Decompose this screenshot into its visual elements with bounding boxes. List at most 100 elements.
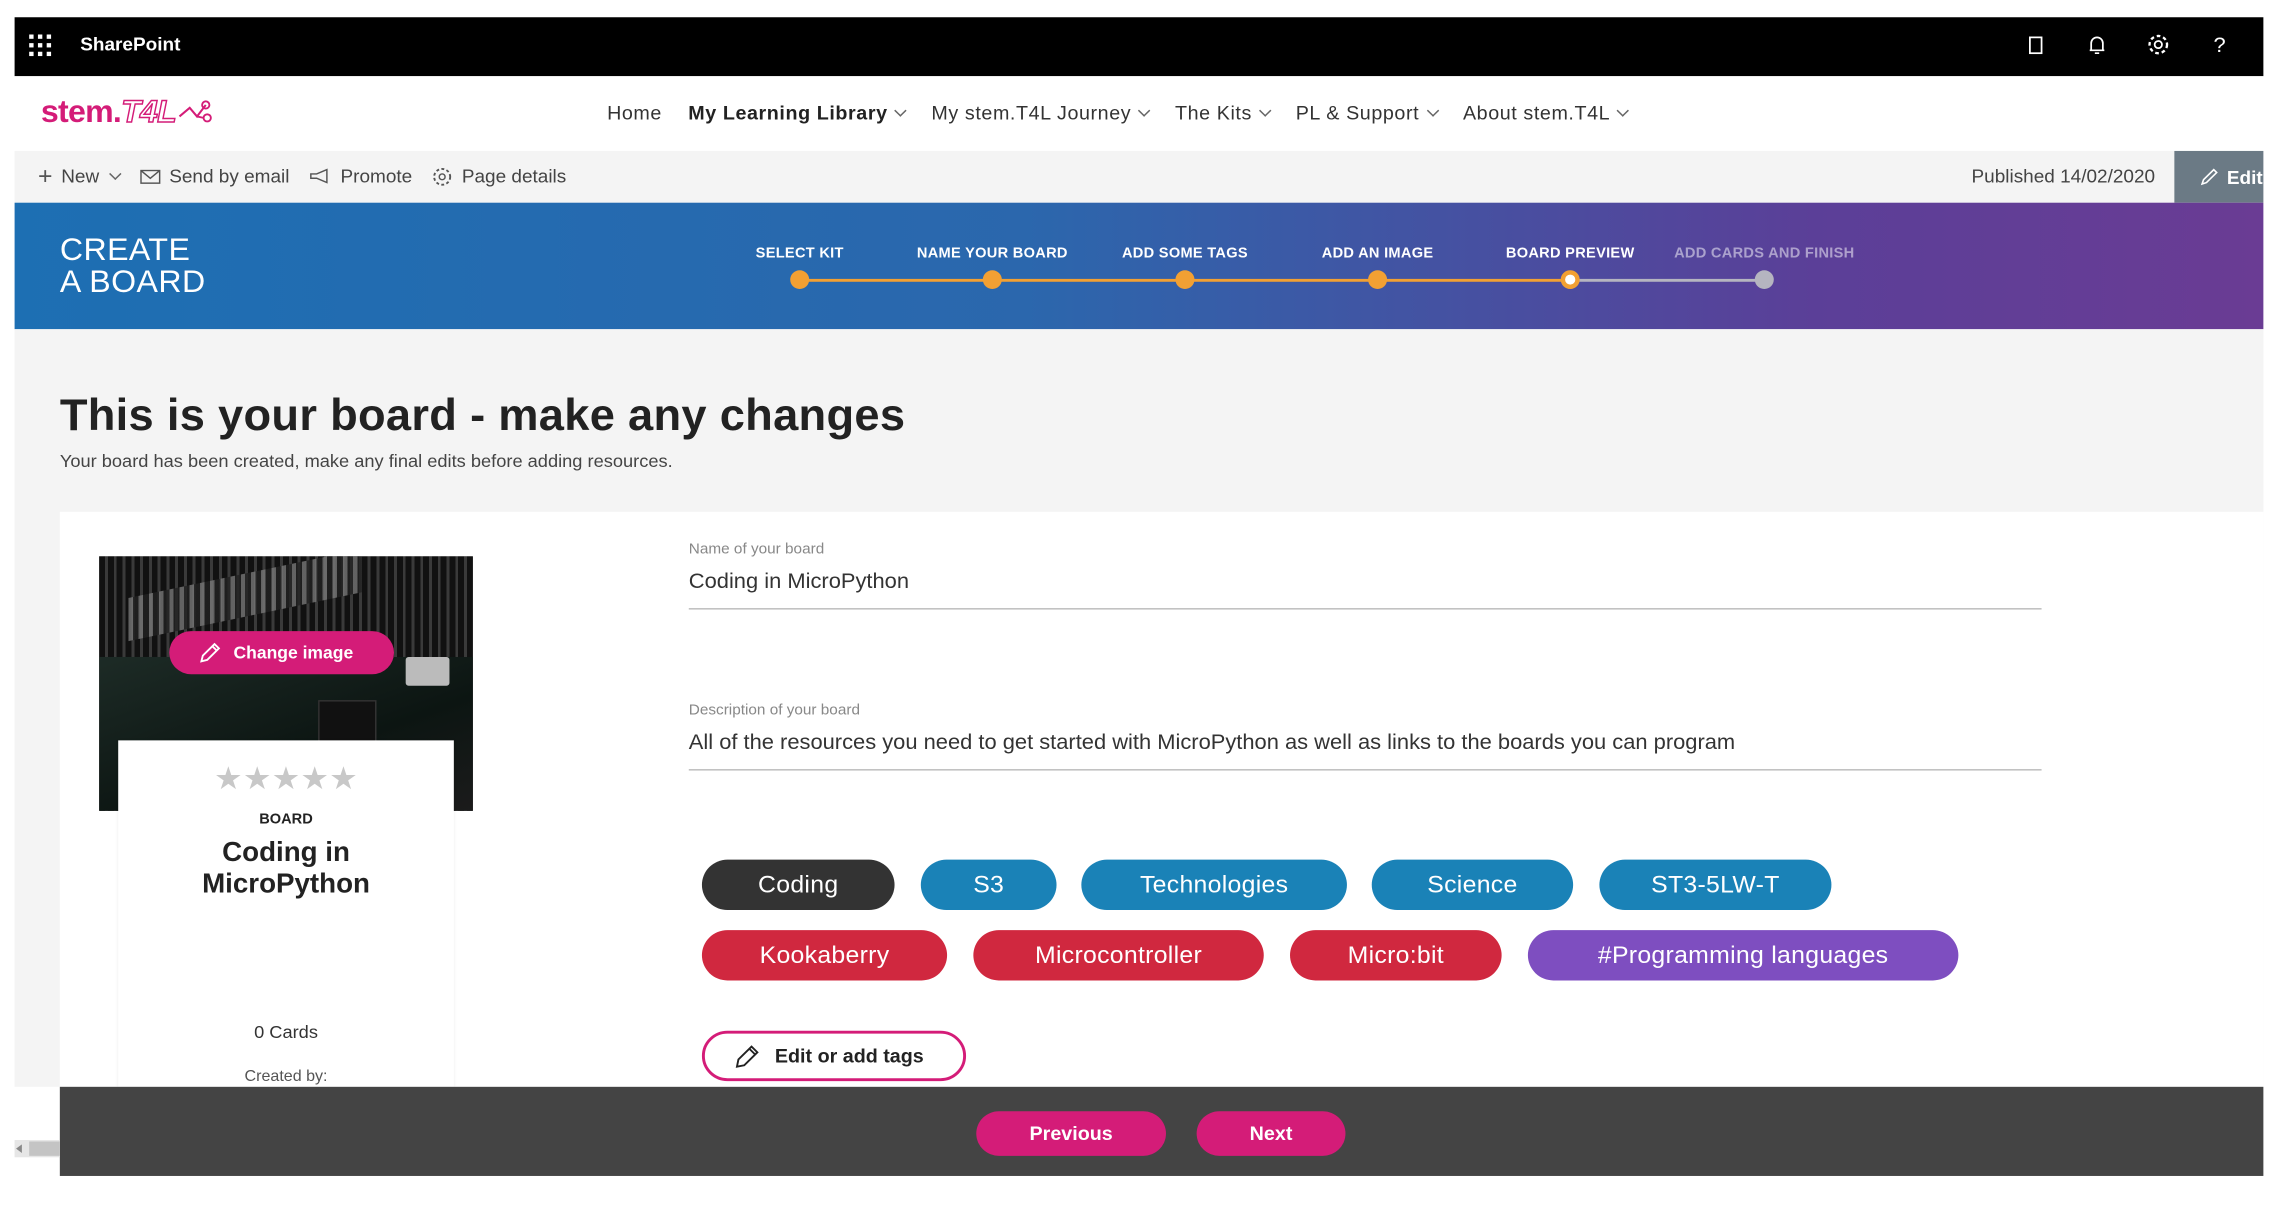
send-by-email-label: Send by email	[169, 165, 290, 187]
main-content: This is your board - make any changes Yo…	[14, 329, 2264, 1087]
suite-bar: SharePoint ?	[14, 17, 2264, 77]
tag-chip[interactable]: ST3-5LW-T	[1599, 859, 1832, 911]
site-logo[interactable]: stem. T4L	[41, 93, 214, 130]
board-name-input[interactable]: Coding in MicroPython	[689, 569, 2042, 608]
step-connector	[992, 278, 1185, 282]
published-date: Published 14/02/2020	[1971, 165, 2156, 187]
plus-icon: +	[37, 161, 53, 190]
nav-item[interactable]: My stem.T4L Journey	[931, 102, 1151, 124]
chevron-down-icon	[1426, 103, 1439, 117]
page-details-label: Page details	[461, 165, 567, 187]
gear-icon	[433, 167, 452, 185]
edit-page-button[interactable]: Edit	[2174, 150, 2264, 203]
tag-chip[interactable]: Technologies	[1081, 859, 1347, 911]
nav-item-label: PL & Support	[1295, 102, 1420, 124]
card-type: BOARD	[259, 812, 313, 829]
tag-chip[interactable]: S3	[920, 859, 1057, 911]
horizontal-scrollbar[interactable]	[14, 1140, 60, 1158]
board-name-label: Name of your board	[688, 540, 825, 558]
page-title: This is your board - make any changes	[59, 389, 906, 440]
change-image-button[interactable]: Change image	[169, 631, 395, 675]
step-label: ADD SOME TAGS	[1121, 245, 1248, 262]
mail-icon	[140, 169, 161, 184]
step-dot[interactable]	[790, 270, 810, 289]
promote-label: Promote	[340, 165, 413, 187]
previous-button[interactable]: Previous	[976, 1111, 1166, 1156]
rating-stars: ★★★★★	[214, 760, 358, 797]
site-nav: Home My Learning Library My stem.T4L Journ…	[607, 102, 1630, 124]
nav-item-label: Home	[607, 102, 662, 124]
chevron-down-icon	[1138, 103, 1151, 117]
bell-icon[interactable]	[2082, 30, 2111, 59]
app-launcher-icon[interactable]	[29, 34, 52, 57]
pencil-icon	[2200, 168, 2218, 186]
new-button[interactable]: + New	[37, 161, 122, 190]
pencil-icon	[735, 1044, 759, 1068]
board-panel: Change image ★★★★★ BOARD Coding in Micro…	[59, 511, 2264, 1087]
next-button[interactable]: Next	[1196, 1111, 1346, 1156]
page-subtitle: Your board has been created, make any fi…	[59, 451, 673, 472]
progress-steps: SELECT KIT NAME YOUR BOARD ADD SOME TAGS AD…	[715, 246, 1882, 304]
board-card: ★★★★★ BOARD Coding in MicroPython 0 Card…	[118, 740, 454, 1087]
scroll-left-arrow-icon[interactable]	[16, 1144, 22, 1153]
tag-chip[interactable]: Science	[1371, 859, 1574, 911]
tag-chip[interactable]: #Programming languages	[1527, 930, 1959, 981]
new-label: New	[61, 165, 100, 187]
chevron-down-icon	[894, 103, 907, 117]
step-connector	[1184, 278, 1378, 282]
create-board-banner: CREATE A BOARD SELECT KIT NAME YOUR BOARD…	[14, 202, 2264, 330]
gear-icon[interactable]	[2144, 30, 2173, 59]
logo-circuit-icon	[178, 100, 212, 123]
help-icon[interactable]: ?	[2205, 30, 2234, 59]
step-label: ADD AN IMAGE	[1321, 245, 1434, 262]
edit-tags-label: Edit or add tags	[774, 1045, 924, 1067]
step-dot[interactable]	[1560, 270, 1580, 289]
nav-item[interactable]: PL & Support	[1295, 102, 1439, 124]
chevron-down-icon	[109, 167, 122, 180]
step-dot[interactable]	[1175, 270, 1195, 289]
step-connector	[1570, 278, 1765, 282]
megaphone-icon	[310, 168, 329, 184]
tag-chip[interactable]: Coding	[701, 859, 895, 911]
tablet-icon[interactable]	[2021, 30, 2050, 59]
promote-button[interactable]: Promote	[310, 165, 412, 187]
chevron-down-icon	[1617, 103, 1630, 117]
nav-item[interactable]: The Kits	[1174, 102, 1272, 124]
change-image-label: Change image	[233, 642, 354, 663]
chevron-down-icon	[1258, 103, 1272, 117]
wizard-footer: Previous Next	[59, 1086, 2264, 1176]
tag-chip[interactable]: Kookaberry	[701, 930, 948, 981]
step-label: ADD CARDS AND FINISH	[1674, 245, 1855, 262]
page-details-button[interactable]: Page details	[433, 165, 567, 187]
nav-item[interactable]: About stem.T4L	[1462, 102, 1630, 124]
nav-item[interactable]: My Learning Library	[688, 102, 907, 124]
step-dot[interactable]	[1754, 270, 1774, 289]
edit-tags-button[interactable]: Edit or add tags	[701, 1030, 967, 1082]
step-label: BOARD PREVIEW	[1505, 245, 1635, 262]
logo-text-stem: stem.	[40, 93, 122, 130]
tag-chip[interactable]: Microcontroller	[973, 930, 1264, 981]
tag-chip[interactable]: Micro:bit	[1290, 930, 1502, 981]
send-by-email-button[interactable]: Send by email	[140, 165, 289, 187]
nav-item-label: The Kits	[1174, 102, 1252, 124]
step-connector	[1377, 278, 1571, 282]
board-name-field[interactable]: Name of your board Coding in MicroPython	[688, 540, 2042, 610]
card-count: 0 Cards	[254, 1022, 318, 1043]
step-dot[interactable]	[1368, 270, 1388, 289]
board-description-label: Description of your board	[688, 701, 860, 719]
site-header: stem. T4L Home My Learning Library My stem.…	[14, 76, 2264, 151]
nav-item-label: About stem.T4L	[1462, 102, 1611, 124]
nav-item[interactable]: Home	[607, 102, 662, 124]
nav-item-label: My Learning Library	[688, 102, 888, 124]
board-description-input[interactable]: All of the resources you need to get sta…	[689, 730, 2042, 769]
edit-label: Edit	[2226, 166, 2263, 188]
pencil-icon	[200, 642, 221, 663]
board-description-field[interactable]: Description of your board All of the res…	[688, 701, 2042, 771]
step-connector	[799, 278, 993, 282]
logo-text-t4l: T4L	[120, 93, 177, 130]
suite-app-name[interactable]: SharePoint	[80, 33, 180, 55]
scrollbar-thumb[interactable]	[29, 1141, 60, 1156]
nav-item-label: My stem.T4L Journey	[931, 102, 1132, 124]
card-title: Coding in MicroPython	[202, 838, 370, 900]
step-dot[interactable]	[982, 270, 1002, 289]
